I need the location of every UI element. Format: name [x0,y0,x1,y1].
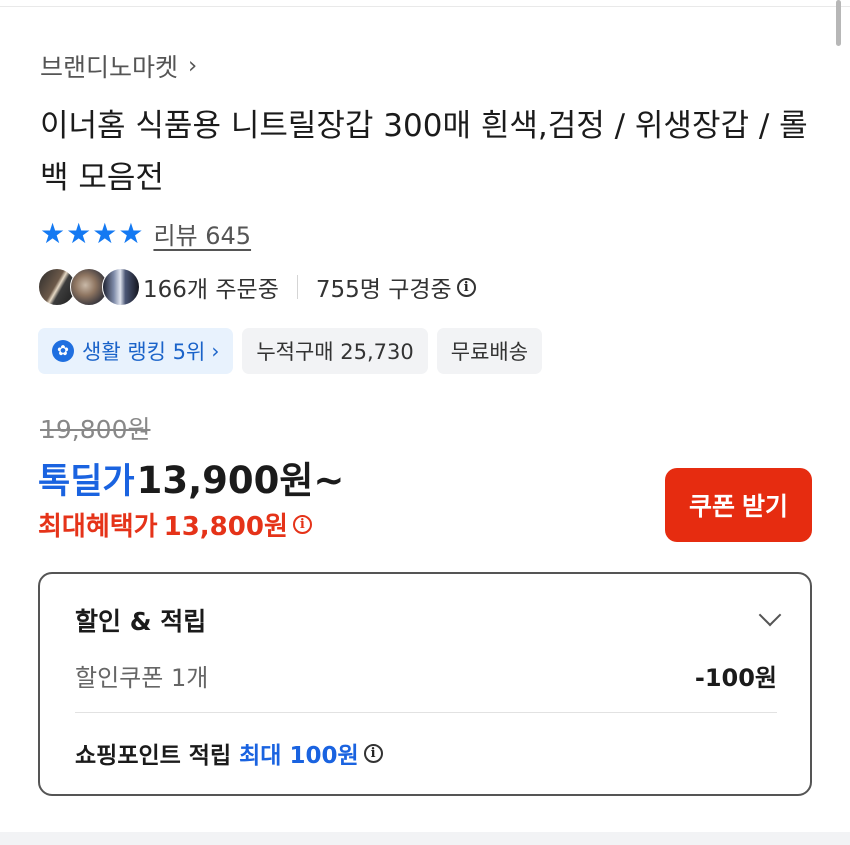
badge-chips: ✿ 생활 랭킹 5위 › 누적구매 25,730 무료배송 [38,328,543,374]
buyer-avatars [38,268,140,306]
max-benefit-price: 13,800원 [163,512,288,542]
divider [296,275,298,299]
brand-link[interactable]: 브랜디노마켓 › [40,48,197,84]
product-title: 이너홈 식품용 니트릴장갑 300매 흰색,검정 / 위생장갑 / 롤백 모음전 [40,108,808,196]
deal-label: 톡딜가 [38,462,135,502]
info-icon[interactable]: i [363,743,383,763]
section-separator [0,832,850,845]
star-rating: ★ ★ ★ ★ [40,216,144,250]
avatar [102,268,140,306]
viewer-count: 755명 구경중 [315,277,452,303]
star-icon: ★ [40,216,66,250]
max-benefit-label: 최대혜택가 [38,512,158,542]
ranking-chip[interactable]: ✿ 생활 랭킹 5위 › [38,328,234,374]
brand-name: 브랜디노마켓 [40,53,179,82]
max-benefit-row: 최대혜택가 13,800원 i [38,506,312,543]
order-count: 166개 주문중 [143,277,279,303]
divider [75,712,777,713]
cumulative-purchase-chip: 누적구매 25,730 [242,328,428,374]
deal-price-row: 톡딜가 13,900원~ [38,450,344,504]
discount-points-panel[interactable]: 할인 & 적립 할인쿠폰 1개 -100원 쇼핑포인트 적립 최대 100원 i [38,572,812,796]
free-shipping-chip: 무료배송 [436,328,543,374]
coupon-amount: -100원 [694,664,777,692]
coupon-row: 할인쿠폰 1개 -100원 [75,658,777,693]
star-icon: ★ [92,216,118,250]
panel-title: 할인 & 적립 [75,607,207,636]
shopping-points-row: 쇼핑포인트 적립 최대 100원 i [75,736,383,770]
rating-row: ★ ★ ★ ★ 리뷰 645 [40,216,251,251]
ranking-label: 생활 랭킹 5위 [82,340,206,364]
scrollbar[interactable] [836,0,841,46]
star-icon: ★ [118,216,144,250]
get-coupon-button[interactable]: 쿠폰 받기 [665,468,812,542]
points-value: 최대 100원 [239,743,359,769]
original-price: 19,800원 [40,415,151,444]
chevron-down-icon[interactable] [758,603,782,627]
info-icon[interactable]: i [292,515,312,534]
star-icon: ★ [66,216,92,250]
info-icon[interactable]: i [456,277,476,297]
social-proof-row: 166개 주문중 755명 구경중 i [38,268,476,306]
points-label: 쇼핑포인트 적립 [75,743,232,769]
chevron-right-icon: › [211,339,220,363]
review-count-link[interactable]: 리뷰 645 [153,216,251,251]
rank-badge-icon: ✿ [52,340,74,362]
top-divider [0,6,850,7]
deal-price: 13,900원~ [136,459,345,502]
coupon-label: 할인쿠폰 1개 [75,664,209,692]
chevron-right-icon: › [188,53,198,79]
